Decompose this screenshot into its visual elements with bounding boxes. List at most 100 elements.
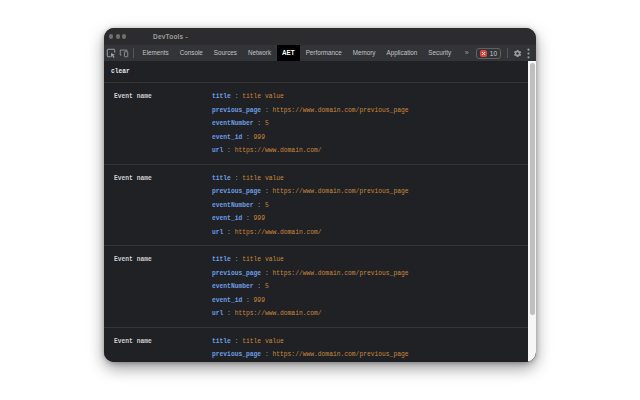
field-colon: :	[242, 134, 253, 141]
window-title: DevTools -	[153, 28, 188, 45]
event-name: Event name	[104, 253, 212, 321]
event-name: Event name	[104, 90, 212, 158]
field-colon: :	[231, 175, 242, 182]
tab-console[interactable]: Console	[174, 45, 208, 61]
field-colon: :	[254, 283, 265, 290]
field-value: https://www.domain.com/previous_page	[272, 270, 408, 277]
field-key: url	[212, 147, 223, 154]
event-field-url: url : https://www.domain.com/	[212, 144, 536, 158]
field-key: url	[212, 229, 223, 236]
gear-icon[interactable]	[511, 45, 524, 61]
field-colon: :	[223, 310, 234, 317]
field-key: event_id	[212, 134, 242, 141]
event-field-previous_page: previous_page : https://www.domain.com/p…	[212, 348, 536, 362]
scrollbar-thumb[interactable]	[530, 63, 535, 315]
field-value: https://www.domain.com/	[235, 147, 322, 154]
tab-elements[interactable]: Elements	[137, 45, 174, 61]
tab-memory[interactable]: Memory	[347, 45, 381, 61]
error-count: 10	[490, 50, 497, 57]
field-key: title	[212, 175, 231, 182]
event-block: Event nametitle : title value previous_pa…	[104, 165, 536, 247]
field-colon: :	[231, 256, 242, 263]
field-key: previous_page	[212, 351, 261, 358]
toolbar: ElementsConsoleSourcesNetworkAETPerforma…	[104, 45, 536, 61]
event-field-event_id: event_id : 999	[212, 212, 536, 226]
event-field-title: title : title value	[212, 90, 536, 104]
field-value: https://www.domain.com/	[235, 229, 322, 236]
event-block: Event nametitle : title value previous_pa…	[104, 246, 536, 328]
event-field-title: title : title value	[212, 335, 536, 349]
field-value: title value	[242, 338, 284, 345]
event-field-url: url : https://www.domain.com/	[212, 226, 536, 240]
field-key: event_id	[212, 215, 242, 222]
field-value: 999	[254, 134, 265, 141]
field-colon: :	[223, 147, 234, 154]
zoom-button[interactable]	[122, 34, 126, 38]
field-value: 5	[265, 283, 269, 290]
field-colon: :	[242, 297, 253, 304]
field-colon: :	[242, 215, 253, 222]
error-badge[interactable]: 10	[476, 48, 501, 59]
field-colon: :	[254, 202, 265, 209]
field-key: previous_page	[212, 270, 261, 277]
field-value: 5	[265, 120, 269, 127]
kebab-menu-icon[interactable]	[524, 45, 533, 61]
minimize-button[interactable]	[116, 34, 120, 38]
field-value: 999	[254, 215, 265, 222]
field-colon: :	[223, 229, 234, 236]
tab-network[interactable]: Network	[242, 45, 276, 61]
field-colon: :	[231, 93, 242, 100]
field-key: eventNumber	[212, 202, 254, 209]
field-value: https://www.domain.com/	[235, 310, 322, 317]
traffic-lights	[109, 34, 126, 38]
event-field-previous_page: previous_page : https://www.domain.com/p…	[212, 267, 536, 281]
field-value: title value	[242, 256, 284, 263]
device-toolbar-icon[interactable]	[117, 45, 130, 61]
field-key: title	[212, 256, 231, 263]
event-name: Event name	[104, 335, 212, 363]
field-value: 5	[265, 202, 269, 209]
field-key: event_id	[212, 297, 242, 304]
tab-application[interactable]: Application	[381, 45, 423, 61]
event-field-eventNumber: eventNumber : 5	[212, 362, 536, 363]
event-field-title: title : title value	[212, 172, 536, 186]
field-colon: :	[261, 351, 272, 358]
clear-button[interactable]: clear	[104, 61, 536, 83]
event-field-event_id: event_id : 999	[212, 131, 536, 145]
titlebar[interactable]: DevTools -	[104, 28, 536, 45]
console-panel: clear Event nametitle : title valueprevi…	[104, 61, 536, 362]
field-value: title value	[242, 93, 284, 100]
event-field-eventNumber: eventNumber : 5	[212, 117, 536, 131]
field-value: title value	[242, 175, 284, 182]
event-name: Event name	[104, 172, 212, 240]
scrollbar[interactable]	[528, 61, 536, 362]
more-tabs-icon[interactable]: »	[461, 45, 473, 61]
error-icon	[480, 50, 487, 57]
event-fields: title : title value previous_page : https…	[212, 172, 536, 240]
field-colon: :	[231, 338, 242, 345]
field-value: https://www.domain.com/previous_page	[272, 188, 408, 195]
field-value: 999	[254, 297, 265, 304]
field-key: previous_page	[212, 107, 261, 114]
close-button[interactable]	[109, 34, 113, 38]
tab-aet[interactable]: AET	[277, 45, 301, 61]
tab-security[interactable]: Security	[423, 45, 457, 61]
event-fields: title : title valueprevious_page : https…	[212, 335, 536, 363]
toolbar-separator	[133, 48, 134, 58]
field-value: https://www.domain.com/previous_page	[272, 351, 408, 358]
event-fields: title : title value previous_page : https…	[212, 253, 536, 321]
tab-sources[interactable]: Sources	[208, 45, 242, 61]
field-key: title	[212, 338, 231, 345]
toolbar-right: » 10	[461, 45, 536, 61]
tab-performance[interactable]: Performance	[300, 45, 347, 61]
inspect-icon[interactable]	[104, 45, 117, 61]
field-colon: :	[254, 120, 265, 127]
field-key: title	[212, 93, 231, 100]
field-key: previous_page	[212, 188, 261, 195]
event-block: Event nametitle : title valueprevious_pa…	[104, 328, 536, 363]
event-field-eventNumber: eventNumber : 5	[212, 280, 536, 294]
event-block: Event nametitle : title value previous_pa…	[104, 83, 536, 165]
field-value: https://www.domain.com/previous_page	[272, 107, 408, 114]
event-field-event_id: event_id : 999	[212, 294, 536, 308]
event-list: Event nametitle : title valueprevious_pa…	[104, 83, 536, 362]
